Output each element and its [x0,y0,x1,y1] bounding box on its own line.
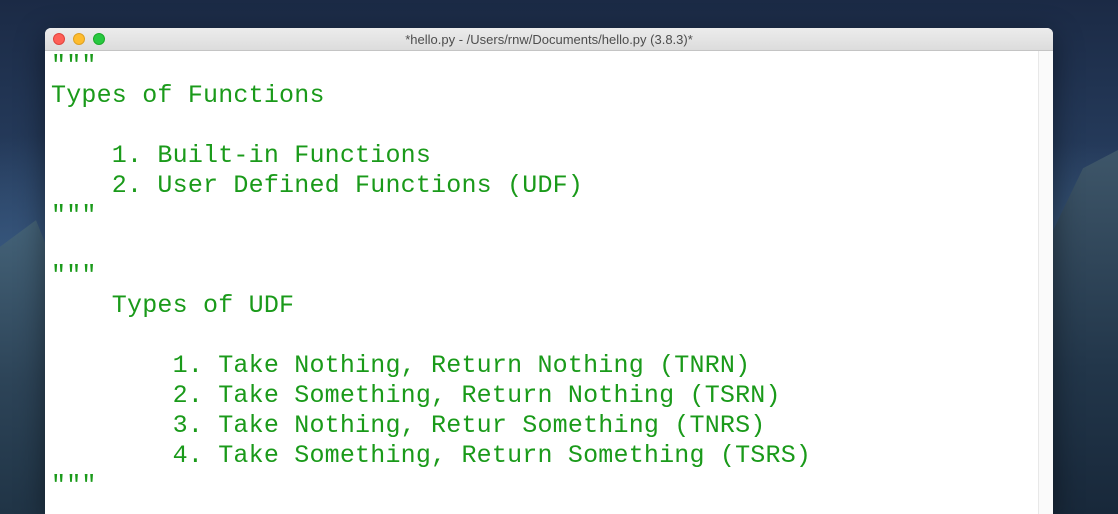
code-line-2[interactable]: Types of Functions [51,81,811,111]
code-line-3[interactable] [51,111,811,141]
code-line-14[interactable]: 4. Take Something, Return Something (TSR… [51,441,811,471]
desktop-background-hill-right [1048,150,1118,514]
code-line-12[interactable]: 2. Take Something, Return Nothing (TSRN) [51,381,811,411]
code-editor[interactable]: """ Types of Functions 1. Built-in Funct… [45,51,1039,514]
code-line-4[interactable]: 1. Built-in Functions [51,141,811,171]
idle-editor-window: *hello.py - /Users/rnw/Documents/hello.p… [45,28,1053,514]
code-line-6[interactable]: """ [51,201,811,231]
code-line-8[interactable]: """ [51,261,811,291]
code-line-13[interactable]: 3. Take Nothing, Retur Something (TNRS) [51,411,811,441]
code-line-7[interactable] [51,231,811,261]
code-line-15[interactable]: """ [51,471,811,501]
code-line-11[interactable]: 1. Take Nothing, Return Nothing (TNRN) [51,351,811,381]
code-text-area[interactable]: """ Types of Functions 1. Built-in Funct… [51,51,811,501]
window-titlebar[interactable]: *hello.py - /Users/rnw/Documents/hello.p… [45,28,1053,51]
code-line-9[interactable]: Types of UDF [51,291,811,321]
vertical-scrollbar[interactable] [1038,51,1053,514]
code-line-1[interactable]: """ [51,51,811,81]
code-line-5[interactable]: 2. User Defined Functions (UDF) [51,171,811,201]
code-line-10[interactable] [51,321,811,351]
window-title: *hello.py - /Users/rnw/Documents/hello.p… [405,32,693,47]
